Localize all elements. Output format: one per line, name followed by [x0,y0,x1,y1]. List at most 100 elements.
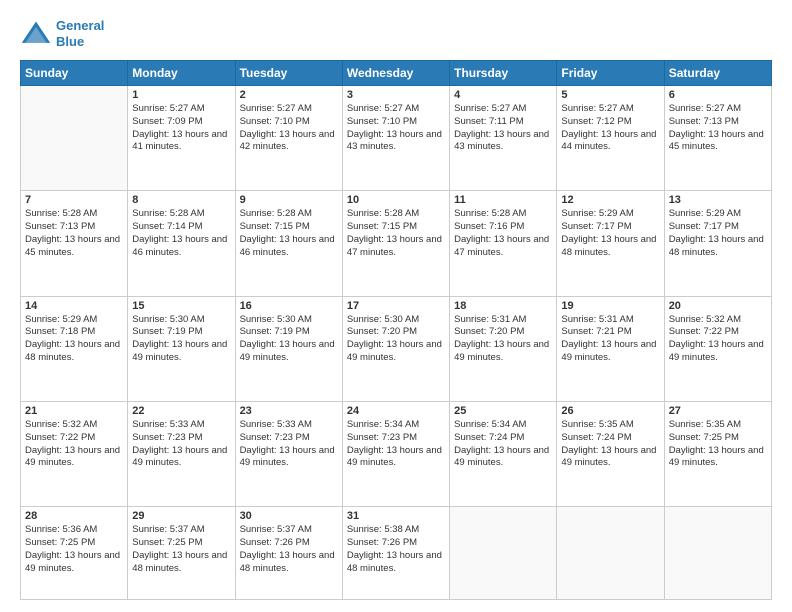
calendar-header-tuesday: Tuesday [235,61,342,86]
day-number: 11 [454,194,552,206]
calendar-cell: 29 Sunrise: 5:37 AMSunset: 7:25 PMDayligh… [128,507,235,600]
day-detail: Sunrise: 5:32 AMSunset: 7:22 PMDaylight:… [669,314,767,365]
day-number: 31 [347,510,445,522]
calendar-cell: 12 Sunrise: 5:29 AMSunset: 7:17 PMDayligh… [557,191,664,296]
day-number: 1 [132,89,230,101]
calendar-cell: 20 Sunrise: 5:32 AMSunset: 7:22 PMDayligh… [664,296,771,401]
calendar-cell: 22 Sunrise: 5:33 AMSunset: 7:23 PMDayligh… [128,401,235,506]
day-detail: Sunrise: 5:28 AMSunset: 7:16 PMDaylight:… [454,208,552,259]
day-number: 21 [25,405,123,417]
day-number: 16 [240,300,338,312]
day-detail: Sunrise: 5:35 AMSunset: 7:25 PMDaylight:… [669,419,767,470]
day-number: 22 [132,405,230,417]
day-number: 12 [561,194,659,206]
day-number: 17 [347,300,445,312]
day-number: 13 [669,194,767,206]
calendar-cell: 28 Sunrise: 5:36 AMSunset: 7:25 PMDayligh… [21,507,128,600]
calendar-header-sunday: Sunday [21,61,128,86]
day-detail: Sunrise: 5:33 AMSunset: 7:23 PMDaylight:… [132,419,230,470]
day-number: 24 [347,405,445,417]
calendar-week-2: 7 Sunrise: 5:28 AMSunset: 7:13 PMDaylight… [21,191,772,296]
day-detail: Sunrise: 5:35 AMSunset: 7:24 PMDaylight:… [561,419,659,470]
day-number: 19 [561,300,659,312]
day-number: 10 [347,194,445,206]
calendar-cell: 9 Sunrise: 5:28 AMSunset: 7:15 PMDaylight… [235,191,342,296]
day-number: 14 [25,300,123,312]
day-detail: Sunrise: 5:28 AMSunset: 7:14 PMDaylight:… [132,208,230,259]
calendar-header-row: SundayMondayTuesdayWednesdayThursdayFrid… [21,61,772,86]
day-detail: Sunrise: 5:31 AMSunset: 7:21 PMDaylight:… [561,314,659,365]
calendar-cell [557,507,664,600]
day-detail: Sunrise: 5:27 AMSunset: 7:12 PMDaylight:… [561,103,659,154]
calendar-header-thursday: Thursday [450,61,557,86]
calendar-cell: 5 Sunrise: 5:27 AMSunset: 7:12 PMDaylight… [557,86,664,191]
calendar-cell: 30Sunrise: 5:37 AMSunset: 7:26 PMDayligh… [235,507,342,600]
calendar-header-wednesday: Wednesday [342,61,449,86]
calendar-header-monday: Monday [128,61,235,86]
day-number: 4 [454,89,552,101]
day-number: 3 [347,89,445,101]
day-detail: Sunrise: 5:31 AMSunset: 7:20 PMDaylight:… [454,314,552,365]
day-number: 30 [240,510,338,522]
day-number: 20 [669,300,767,312]
day-number: 7 [25,194,123,206]
calendar-cell: 8 Sunrise: 5:28 AMSunset: 7:14 PMDaylight… [128,191,235,296]
day-detail: Sunrise: 5:33 AMSunset: 7:23 PMDaylight:… [240,419,338,470]
day-number: 8 [132,194,230,206]
day-detail: Sunrise: 5:27 AMSunset: 7:10 PMDaylight:… [347,103,445,154]
day-number: 29 [132,510,230,522]
calendar-cell: 25Sunrise: 5:34 AMSunset: 7:24 PMDayligh… [450,401,557,506]
calendar-cell: 24 Sunrise: 5:34 AMSunset: 7:23 PMDayligh… [342,401,449,506]
calendar-cell: 31 Sunrise: 5:38 AMSunset: 7:26 PMDayligh… [342,507,449,600]
calendar-cell: 7 Sunrise: 5:28 AMSunset: 7:13 PMDaylight… [21,191,128,296]
calendar-week-4: 21 Sunrise: 5:32 AMSunset: 7:22 PMDayligh… [21,401,772,506]
calendar-cell: 26 Sunrise: 5:35 AMSunset: 7:24 PMDayligh… [557,401,664,506]
day-number: 18 [454,300,552,312]
calendar-cell: 23 Sunrise: 5:33 AMSunset: 7:23 PMDayligh… [235,401,342,506]
day-detail: Sunrise: 5:30 AMSunset: 7:19 PMDaylight:… [240,314,338,365]
logo: General Blue [20,18,104,50]
day-detail: Sunrise: 5:37 AMSunset: 7:25 PMDaylight:… [132,524,230,575]
calendar-cell: 18 Sunrise: 5:31 AMSunset: 7:20 PMDayligh… [450,296,557,401]
day-detail: Sunrise: 5:27 AMSunset: 7:09 PMDaylight:… [132,103,230,154]
calendar-header-saturday: Saturday [664,61,771,86]
calendar-cell: 6 Sunrise: 5:27 AMSunset: 7:13 PMDaylight… [664,86,771,191]
day-detail: Sunrise: 5:34 AMSunset: 7:24 PMDaylight:… [454,419,552,470]
day-number: 26 [561,405,659,417]
day-number: 27 [669,405,767,417]
day-detail: Sunrise: 5:28 AMSunset: 7:15 PMDaylight:… [240,208,338,259]
day-detail: Sunrise: 5:29 AMSunset: 7:18 PMDaylight:… [25,314,123,365]
calendar-week-3: 14 Sunrise: 5:29 AMSunset: 7:18 PMDayligh… [21,296,772,401]
day-detail: Sunrise: 5:28 AMSunset: 7:13 PMDaylight:… [25,208,123,259]
logo-text: General Blue [56,18,104,49]
day-detail: Sunrise: 5:29 AMSunset: 7:17 PMDaylight:… [561,208,659,259]
day-detail: Sunrise: 5:38 AMSunset: 7:26 PMDaylight:… [347,524,445,575]
calendar-cell: 14 Sunrise: 5:29 AMSunset: 7:18 PMDayligh… [21,296,128,401]
calendar-cell: 19 Sunrise: 5:31 AMSunset: 7:21 PMDayligh… [557,296,664,401]
day-number: 28 [25,510,123,522]
calendar-cell: 17 Sunrise: 5:30 AMSunset: 7:20 PMDayligh… [342,296,449,401]
calendar-cell: 4Sunrise: 5:27 AMSunset: 7:11 PMDaylight… [450,86,557,191]
calendar-week-5: 28 Sunrise: 5:36 AMSunset: 7:25 PMDayligh… [21,507,772,600]
calendar-cell [664,507,771,600]
day-detail: Sunrise: 5:28 AMSunset: 7:15 PMDaylight:… [347,208,445,259]
day-detail: Sunrise: 5:30 AMSunset: 7:20 PMDaylight:… [347,314,445,365]
day-detail: Sunrise: 5:27 AMSunset: 7:13 PMDaylight:… [669,103,767,154]
day-number: 5 [561,89,659,101]
day-detail: Sunrise: 5:32 AMSunset: 7:22 PMDaylight:… [25,419,123,470]
day-number: 23 [240,405,338,417]
calendar-cell: 13Sunrise: 5:29 AMSunset: 7:17 PMDayligh… [664,191,771,296]
day-number: 15 [132,300,230,312]
calendar-cell: 10 Sunrise: 5:28 AMSunset: 7:15 PMDayligh… [342,191,449,296]
calendar-cell: 27 Sunrise: 5:35 AMSunset: 7:25 PMDayligh… [664,401,771,506]
day-detail: Sunrise: 5:34 AMSunset: 7:23 PMDaylight:… [347,419,445,470]
day-detail: Sunrise: 5:36 AMSunset: 7:25 PMDaylight:… [25,524,123,575]
calendar-cell: 3 Sunrise: 5:27 AMSunset: 7:10 PMDaylight… [342,86,449,191]
calendar-header-friday: Friday [557,61,664,86]
day-number: 6 [669,89,767,101]
calendar-cell: 16 Sunrise: 5:30 AMSunset: 7:19 PMDayligh… [235,296,342,401]
calendar-cell: 1 Sunrise: 5:27 AMSunset: 7:09 PMDaylight… [128,86,235,191]
calendar-cell: 15Sunrise: 5:30 AMSunset: 7:19 PMDayligh… [128,296,235,401]
day-number: 9 [240,194,338,206]
logo-icon [20,18,52,50]
